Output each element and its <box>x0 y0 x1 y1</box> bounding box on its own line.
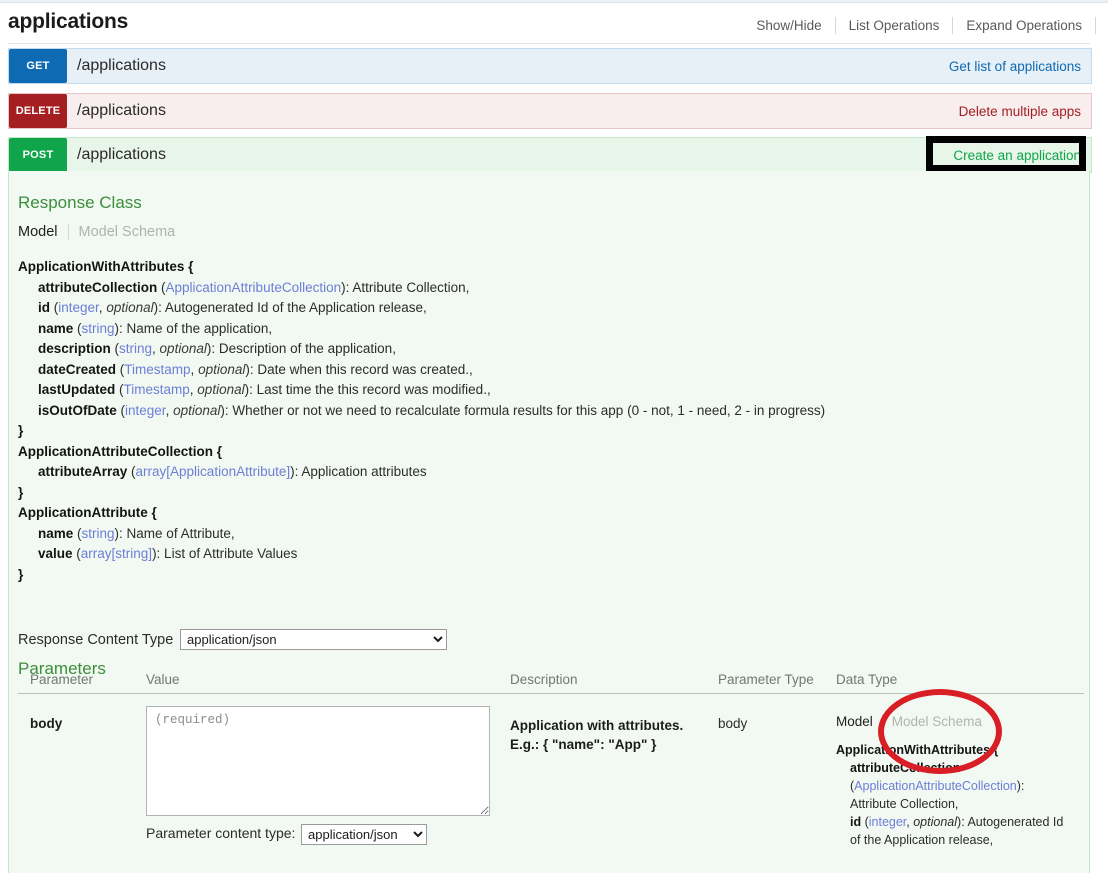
model-line: ApplicationAttribute { <box>18 503 825 524</box>
http-method-badge-post: POST <box>9 138 67 172</box>
th-value: Value <box>146 672 180 687</box>
th-description: Description <box>510 672 578 687</box>
body-textarea[interactable] <box>146 706 490 816</box>
parameter-content-type-label: Parameter content type: <box>146 825 295 841</box>
parameter-description-line-1: Application with attributes. <box>510 716 710 735</box>
show-hide-link[interactable]: Show/Hide <box>743 18 834 33</box>
post-operation-details: Response Class Model Model Schema Applic… <box>8 171 1090 873</box>
endpoint-row-delete-applications[interactable]: DELETE /applications Delete multiple app… <box>8 93 1092 129</box>
endpoint-summary-delete[interactable]: Delete multiple apps <box>959 94 1081 128</box>
tab-model-body[interactable]: Model <box>836 714 882 729</box>
parameters-table-header: Parameter Value Description Parameter Ty… <box>18 669 1084 694</box>
resource-header: applications Show/Hide List Operations E… <box>0 8 1108 44</box>
model-line: value (array[string]): List of Attribute… <box>18 544 825 565</box>
http-method-badge-delete: DELETE <box>9 94 67 128</box>
model-line: ApplicationWithAttributes { <box>18 257 825 278</box>
model-line: } <box>18 483 825 504</box>
endpoint-path-get: /applications <box>77 49 166 83</box>
model-line: id (integer, optional): Autogenerated Id… <box>18 298 825 319</box>
model-line: ApplicationAttributeCollection { <box>18 442 825 463</box>
th-parameter-type: Parameter Type <box>718 672 814 687</box>
swagger-ui-page: applications Show/Hide List Operations E… <box>0 0 1108 873</box>
parameter-name-body: body <box>30 716 62 731</box>
response-model-signature: ApplicationWithAttributes { attributeCol… <box>18 257 825 585</box>
tab-model[interactable]: Model <box>18 224 68 240</box>
parameters-table: Parameter Value Description Parameter Ty… <box>18 669 1084 694</box>
model-line: attributeCollection (ApplicationAttribut… <box>18 278 825 299</box>
model-line: } <box>18 421 825 442</box>
model-line: attributeArray (array[ApplicationAttribu… <box>18 462 825 483</box>
http-method-badge-get: GET <box>9 49 67 83</box>
endpoint-row-post-applications[interactable]: POST /applications Create an application <box>8 137 1092 173</box>
model-line: isOutOfDate (integer, optional): Whether… <box>18 401 825 422</box>
model-line: dateCreated (Timestamp, optional): Date … <box>18 360 825 381</box>
model-line: description (string, optional): Descript… <box>18 339 825 360</box>
model-line: ApplicationWithAttributes { <box>836 741 1086 759</box>
model-line: } <box>18 565 825 586</box>
endpoint-summary-get[interactable]: Get list of applications <box>949 49 1081 83</box>
parameter-data-type: Model Model Schema ApplicationWithAttrib… <box>836 714 1086 849</box>
parameter-type-value: body <box>718 716 747 731</box>
parameter-description-line-2: E.g.: { "name": "App" } <box>510 735 710 754</box>
endpoint-row-get-applications[interactable]: GET /applications Get list of applicatio… <box>8 48 1092 84</box>
endpoint-summary-post[interactable]: Create an application <box>953 138 1081 172</box>
model-line: name (string): Name of Attribute, <box>18 524 825 545</box>
th-parameter: Parameter <box>30 672 93 687</box>
model-line: lastUpdated (Timestamp, optional): Last … <box>18 380 825 401</box>
page-title: applications <box>8 10 128 34</box>
response-model-tabs: Model Model Schema <box>18 224 175 240</box>
tab-model-schema-body[interactable]: Model Schema <box>883 714 982 729</box>
page-top-divider <box>0 0 1108 3</box>
parameter-content-type-select[interactable]: application/json application/xml <box>301 824 427 845</box>
tab-model-schema[interactable]: Model Schema <box>69 224 176 240</box>
options-divider-3 <box>1095 17 1096 34</box>
model-line: (ApplicationAttributeCollection): <box>836 777 1086 795</box>
expand-operations-link[interactable]: Expand Operations <box>953 18 1095 33</box>
response-content-type-label: Response Content Type <box>18 632 173 648</box>
list-operations-link[interactable]: List Operations <box>836 18 953 33</box>
data-type-tabs: Model Model Schema <box>836 714 1086 729</box>
endpoint-path-post: /applications <box>77 138 166 172</box>
model-line: id (integer, optional): Autogenerated Id <box>836 813 1086 831</box>
parameter-description: Application with attributes. E.g.: { "na… <box>510 716 710 754</box>
model-line: Attribute Collection, <box>836 795 1086 813</box>
model-line: name (string): Name of the application, <box>18 319 825 340</box>
endpoint-path-delete: /applications <box>77 94 166 128</box>
resource-options: Show/Hide List Operations Expand Operati… <box>743 17 1096 34</box>
body-model-signature: ApplicationWithAttributes { attributeCol… <box>836 741 1086 849</box>
model-line: of the Application release, <box>836 831 1086 849</box>
response-content-type-select[interactable]: application/json application/xml text/pl… <box>180 629 447 650</box>
resource-header-underline <box>8 43 1090 44</box>
response-class-heading: Response Class <box>18 193 142 213</box>
model-line: attributeCollection <box>836 759 1086 777</box>
th-data-type: Data Type <box>836 672 897 687</box>
